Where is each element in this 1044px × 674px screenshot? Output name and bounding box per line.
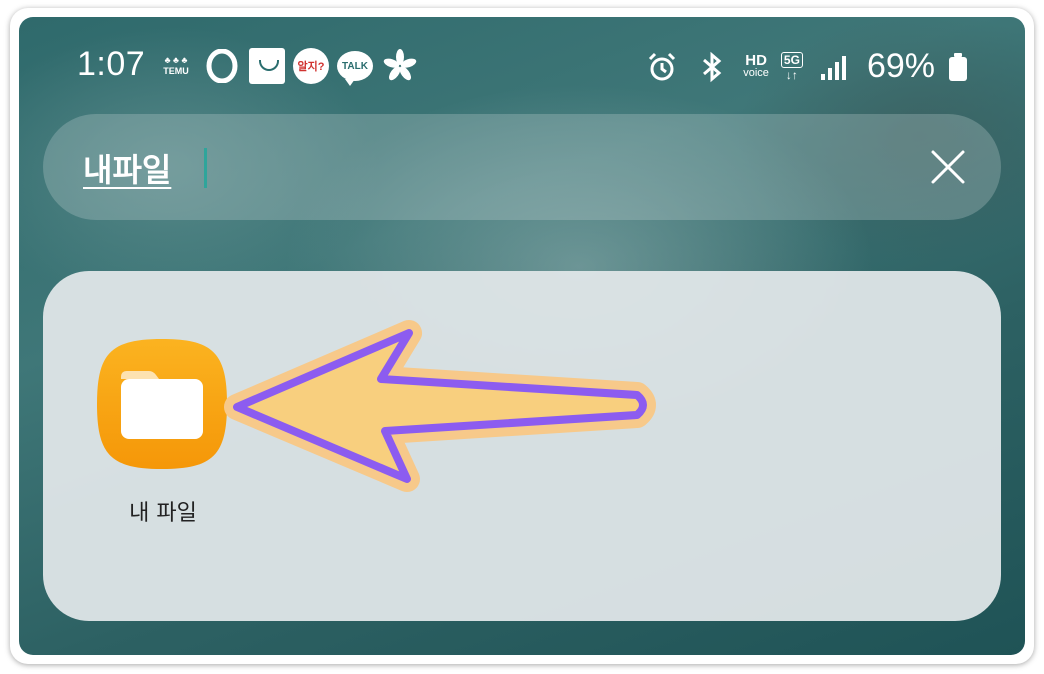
search-bar[interactable]: 내파일 (43, 114, 1001, 220)
temu-icon: ♣ ♣ ♣ TEMU (163, 55, 189, 76)
talk-label: TALK (342, 60, 368, 72)
network-indicator: 5G ↓↑ (780, 51, 803, 82)
voice-label: voice (743, 66, 769, 79)
battery-percent: 69% (866, 47, 935, 85)
close-icon (931, 150, 965, 184)
temu-label: TEMU (163, 66, 189, 76)
notification-icons: ♣ ♣ ♣ TEMU 알지? TALK (157, 47, 419, 86)
clear-search-button[interactable] (925, 144, 971, 190)
phone-screen: 1:07 ♣ ♣ ♣ TEMU 알지? TALK HD voice 5G ↓↑ … (19, 17, 1025, 655)
shopping-bag-icon (249, 48, 285, 84)
system-icons: HD voice 5G ↓↑ 69% (643, 47, 969, 86)
text-cursor (204, 148, 207, 188)
search-results-panel: 내 파일 (43, 271, 1001, 621)
hd-label: HD (745, 51, 767, 69)
folder-icon (97, 339, 227, 469)
alzi-app-icon: 알지? (293, 48, 329, 84)
kakaotalk-icon: TALK (337, 51, 373, 86)
battery-icon (947, 48, 969, 86)
signal-icon (815, 48, 853, 86)
alzi-label: 알지? (297, 61, 325, 73)
status-bar: 1:07 ♣ ♣ ♣ TEMU 알지? TALK HD voice 5G ↓↑ … (19, 17, 1025, 113)
opera-icon (203, 47, 241, 85)
network-type-label: 5G (780, 51, 803, 68)
my-files-app-label: 내 파일 (129, 501, 197, 526)
search-input[interactable]: 내파일 (83, 145, 171, 191)
alarm-icon (643, 48, 681, 86)
clock: 1:07 (77, 45, 146, 83)
flower-icon (381, 47, 419, 85)
bluetooth-icon (693, 48, 731, 86)
my-files-app-button[interactable] (95, 337, 229, 471)
hd-voice-indicator: HD voice (743, 51, 769, 80)
data-arrows-icon: ↓↑ (785, 67, 798, 82)
